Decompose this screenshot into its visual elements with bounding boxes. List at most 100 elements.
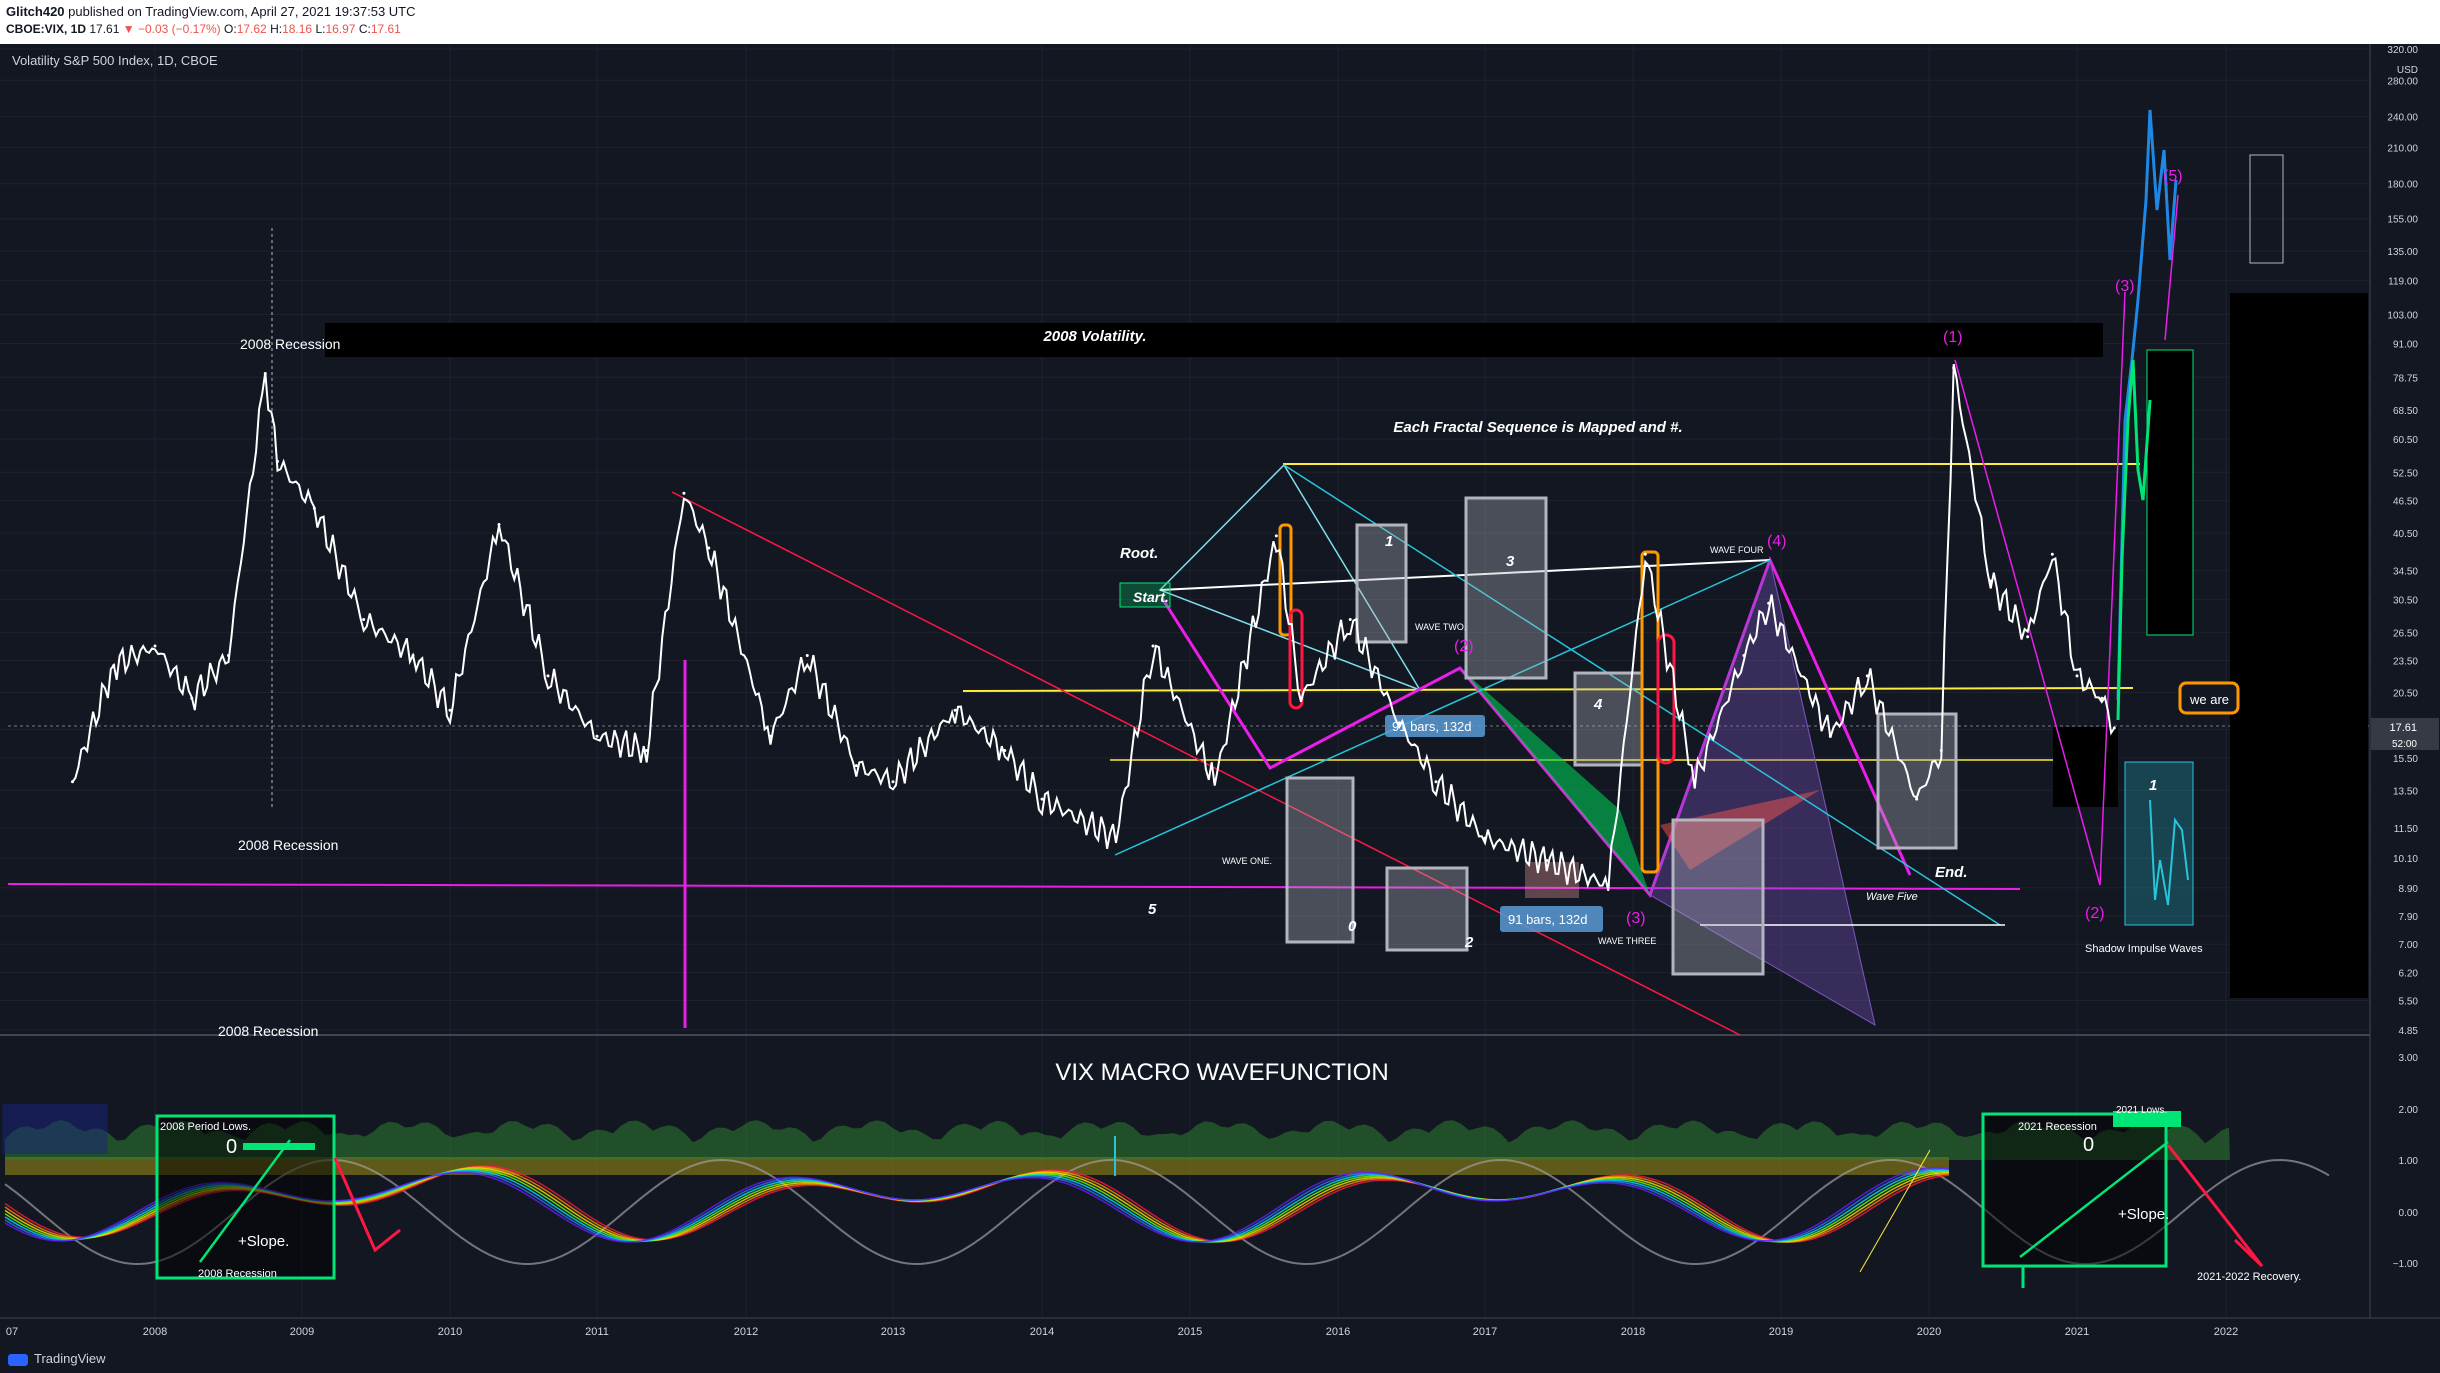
fractal-box-1[interactable]	[1355, 523, 1408, 644]
fractal-num-4[interactable]: 4	[1593, 696, 1603, 713]
recession-label-top[interactable]: 2008 Recession	[240, 336, 340, 352]
price-point[interactable]	[1693, 780, 1697, 784]
price-point[interactable]	[769, 734, 772, 738]
box-2021-lows-label[interactable]: 2021 Lows.	[2116, 1105, 2167, 1116]
fractal-box-2[interactable]	[1385, 866, 1469, 952]
price-point[interactable]	[1952, 366, 1956, 370]
wave-one-label[interactable]: WAVE ONE.	[1222, 856, 1272, 866]
price-point[interactable]	[1348, 617, 1352, 621]
wave-1-label[interactable]: (1)	[1943, 329, 1963, 346]
price-point[interactable]	[707, 546, 711, 550]
wavefunction-pane[interactable]: VIX MACRO WAVEFUNCTION 3.00 2.00 1.00 0.00 −…	[2, 1053, 2419, 1288]
price-point[interactable]	[1989, 579, 1993, 583]
fractal-num-3[interactable]: 3	[1506, 553, 1515, 570]
lower-scale[interactable]: 3.00 2.00 1.00 0.00 −1.00	[2393, 1053, 2419, 1270]
price-point[interactable]	[2075, 674, 2079, 678]
wave-3-label[interactable]: (3)	[2115, 278, 2135, 295]
chart-canvas[interactable]: Volatility S&P 500 Index, 1D, CBOE 2008 …	[0, 44, 2440, 1373]
black-block-1[interactable]	[2053, 727, 2118, 807]
price-point[interactable]	[1299, 696, 1303, 700]
price-point[interactable]	[112, 664, 116, 668]
wave-two-label[interactable]: WAVE TWO.	[1415, 622, 1466, 632]
symbol-label[interactable]: CBOE:VIX, 1D	[6, 22, 86, 36]
period-lows-label[interactable]: 2008 Period Lows.	[160, 1121, 251, 1133]
price-point[interactable]	[891, 780, 895, 784]
callout-text[interactable]: we are	[2189, 692, 2229, 707]
shadow-impulse-label[interactable]: Shadow Impulse Waves	[2085, 943, 2203, 955]
price-point[interactable]	[2112, 726, 2116, 730]
price-point[interactable]	[1040, 797, 1044, 801]
fractal-note[interactable]: Each Fractal Sequence is Mapped and #.	[1393, 419, 1682, 436]
fractal-box-3[interactable]	[1464, 496, 1548, 680]
fractal-box-wave-three[interactable]	[1671, 818, 1765, 976]
price-point[interactable]	[595, 734, 599, 738]
price-point[interactable]	[1545, 859, 1549, 863]
brand[interactable]: TradingView	[8, 1351, 106, 1366]
red-arrow-2021[interactable]	[2166, 1144, 2264, 1268]
price-point[interactable]	[953, 708, 957, 712]
fractal-num-1b[interactable]: 1	[2149, 777, 2157, 794]
target-box[interactable]	[2249, 154, 2284, 264]
price-point[interactable]	[2050, 552, 2054, 556]
volatility-banner-box[interactable]	[325, 323, 2103, 357]
price-point[interactable]	[682, 491, 686, 495]
wave-3-small[interactable]: (3)	[1626, 910, 1646, 927]
fractal-num-0[interactable]: 0	[1348, 918, 1357, 935]
bars-label-1[interactable]: 91 bars, 132d	[1392, 719, 1472, 734]
price-point[interactable]	[1828, 734, 1832, 738]
root-label[interactable]: Root.	[1120, 545, 1158, 562]
publisher-name[interactable]: Glitch420	[6, 4, 65, 19]
price-point[interactable]	[1742, 654, 1746, 658]
wavefunction-title[interactable]: VIX MACRO WAVEFUNCTION	[1055, 1059, 1388, 1086]
price-point[interactable]	[1483, 836, 1487, 840]
box-2008-period-lows[interactable]	[155, 1114, 336, 1280]
price-point[interactable]	[312, 506, 316, 510]
price-point[interactable]	[1767, 601, 1771, 605]
time-axis[interactable]: 07 2008 2009 2010 2011 2012 2013 2014 2015 2016 20…	[6, 1326, 2238, 1338]
price-point[interactable]	[2026, 635, 2030, 639]
channel-line-1[interactable]	[1114, 559, 1771, 856]
price-point[interactable]	[276, 459, 279, 463]
recession-label-bottom[interactable]: 2008 Recession	[218, 1023, 318, 1039]
wave-4-label[interactable]: (4)	[1767, 533, 1787, 550]
price-point[interactable]	[546, 674, 550, 678]
price-point[interactable]	[71, 780, 74, 784]
price-point[interactable]	[854, 764, 858, 768]
price-scale[interactable]: USD 320.00 280.00 240.00 210.00 180.00 155.00…	[2387, 45, 2418, 1037]
series-legend[interactable]: Volatility S&P 500 Index, 1D, CBOE	[12, 53, 218, 68]
price-point[interactable]	[153, 644, 157, 648]
price-point[interactable]	[1865, 674, 1869, 678]
price-point[interactable]	[263, 372, 267, 376]
black-block-2[interactable]	[2230, 293, 2368, 998]
price-point[interactable]	[227, 654, 230, 658]
price-point[interactable]	[362, 617, 366, 621]
bars-label-2[interactable]: 91 bars, 132d	[1508, 912, 1588, 927]
price-point[interactable]	[1643, 552, 1647, 556]
fractal-num-5[interactable]: 5	[1148, 901, 1157, 918]
price-point[interactable]	[1939, 748, 1943, 752]
price-point[interactable]	[1915, 797, 1919, 801]
wave-2-small[interactable]: (2)	[1454, 638, 1474, 655]
box-2021-recession[interactable]	[1981, 1112, 2168, 1268]
start-label[interactable]: Start.	[1133, 589, 1169, 605]
price-point[interactable]	[805, 654, 809, 658]
price-point[interactable]	[1606, 883, 1610, 887]
price-point[interactable]	[645, 748, 649, 752]
price-point[interactable]	[1003, 748, 1007, 752]
range-box[interactable]	[1525, 862, 1579, 898]
price-point[interactable]	[190, 696, 194, 700]
fractal-box-4[interactable]	[1573, 671, 1644, 767]
fractal-num-2[interactable]: 2	[1464, 934, 1474, 951]
box-2021-recession-label[interactable]: 2021 Recession	[2018, 1121, 2097, 1133]
price-point[interactable]	[411, 654, 415, 658]
wave-2-label[interactable]: (2)	[2085, 905, 2105, 922]
projected-spike-green[interactable]	[2116, 359, 2152, 721]
recession-label-mid[interactable]: 2008 Recession	[238, 837, 338, 853]
price-point[interactable]	[1151, 644, 1155, 648]
end-label[interactable]: End.	[1935, 864, 1968, 881]
fractal-box-0[interactable]	[1285, 776, 1355, 944]
price-point[interactable]	[1213, 780, 1217, 784]
wave-four-label[interactable]: WAVE FOUR	[1710, 545, 1764, 555]
orange-capsule-2[interactable]	[1640, 550, 1660, 874]
recovery-label[interactable]: 2021-2022 Recovery.	[2197, 1271, 2301, 1283]
